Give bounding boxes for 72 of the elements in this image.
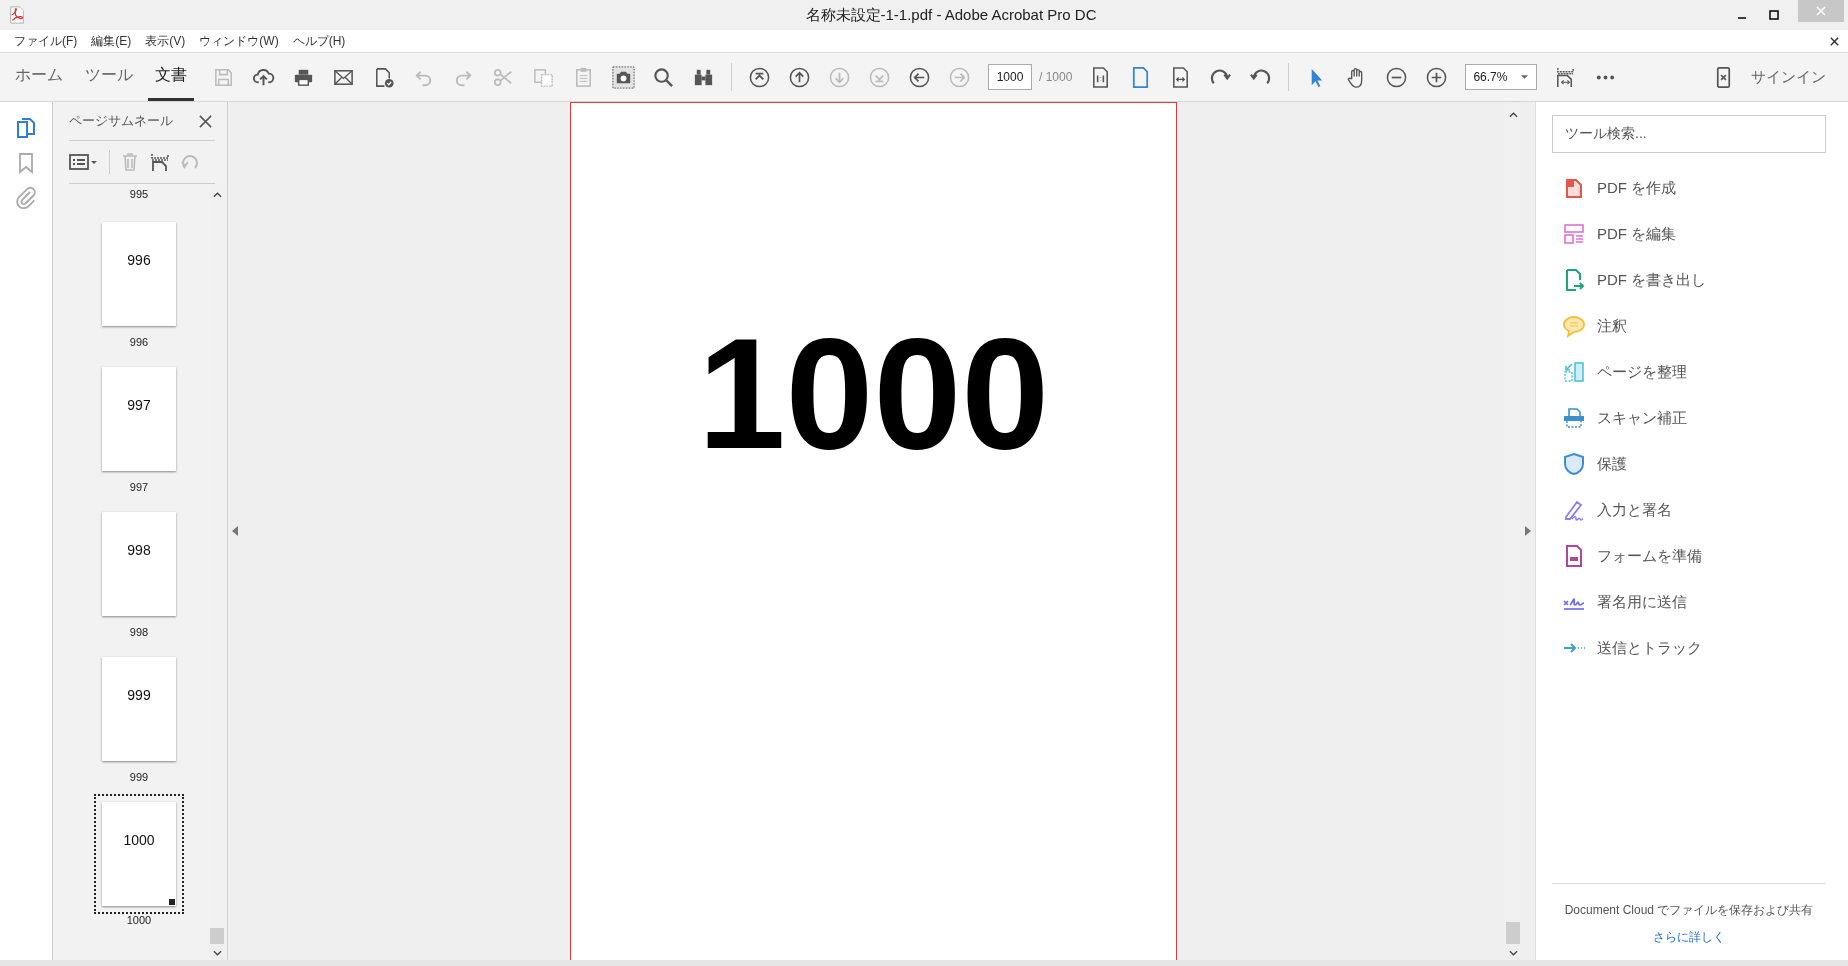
page-label: 998 [129, 626, 149, 638]
tool-link[interactable]: PDF を編集 [1597, 224, 1677, 244]
menu-item[interactable]: ヘルプ(H) [292, 32, 346, 50]
paperclip-icon[interactable] [14, 186, 38, 210]
scroll-up-icon[interactable] [1508, 112, 1518, 118]
menu-item[interactable]: 編集(E) [91, 32, 132, 50]
zoom-dropdown[interactable]: 66.7% [1465, 64, 1538, 90]
page-label: 995 [129, 188, 149, 200]
tool-link[interactable]: ページを整理 [1597, 362, 1687, 382]
tool-link[interactable]: 注釈 [1597, 316, 1627, 336]
page-thumbnail[interactable]: 1000 [102, 802, 176, 906]
page-total: / 1000 [1039, 70, 1073, 84]
insert-page-icon[interactable] [150, 152, 170, 172]
page-label: 997 [129, 481, 149, 493]
thumbnail-page-text: 997 [127, 397, 151, 415]
page-thumbnail[interactable]: 998 [102, 512, 176, 616]
tool-link[interactable]: 保護 [1597, 454, 1627, 474]
zoom-out-icon[interactable] [1385, 65, 1409, 89]
tool-link[interactable]: フォームを準備 [1597, 546, 1702, 566]
scroll-up-icon[interactable] [212, 192, 222, 198]
scroll-thumb[interactable] [210, 928, 224, 944]
menu-item[interactable]: 表示(V) [145, 32, 186, 50]
maximize-icon[interactable] [1768, 9, 1780, 21]
pen-icon[interactable] [1562, 498, 1586, 522]
options-icon[interactable] [69, 152, 99, 172]
camera-icon[interactable] [612, 65, 635, 89]
shield-icon[interactable] [1562, 452, 1586, 476]
resize-handle[interactable] [169, 899, 175, 905]
caret-icon [1520, 74, 1530, 80]
panel-title: ページサムネール [69, 112, 173, 130]
pages-icon[interactable] [14, 116, 38, 140]
thumbnail-page-text: 996 [127, 252, 151, 270]
expand-right-icon[interactable] [1525, 526, 1531, 536]
collapse-left-icon[interactable] [232, 526, 238, 536]
promo-text: Document Cloud でファイルを保存および共有 [1564, 902, 1814, 919]
tool-search-field[interactable]: ツール検索... [1552, 115, 1826, 153]
page-text: 1000 [697, 304, 1050, 483]
sign-in-link[interactable]: サインイン [1751, 67, 1826, 87]
close-icon[interactable] [1829, 35, 1840, 47]
thumbnail-page-text: 998 [127, 542, 151, 560]
tool-link[interactable]: PDF を作成 [1597, 178, 1677, 198]
page-thumbnail[interactable]: 996 [102, 222, 176, 326]
scroll-down-icon[interactable] [1508, 950, 1518, 956]
pdf-file-icon [8, 6, 26, 24]
tool-link[interactable]: PDF を書き出し [1597, 270, 1707, 290]
thumbnail-page-text: 1000 [123, 832, 155, 850]
scanner-icon[interactable] [1562, 406, 1586, 430]
tab[interactable]: ホーム [8, 53, 70, 101]
circle-bar-up-icon[interactable] [748, 65, 771, 89]
tab[interactable]: ツール [78, 53, 140, 101]
tool-link[interactable]: 送信とトラック [1597, 638, 1702, 658]
learn-more-link[interactable]: さらに詳しく [1653, 929, 1725, 946]
page-thumbnail[interactable]: 999 [102, 657, 176, 761]
layout-icon[interactable] [1562, 222, 1586, 246]
menu-item[interactable]: ファイル(F) [14, 32, 78, 50]
page-thumbnail[interactable]: 997 [102, 367, 176, 471]
close-icon[interactable] [198, 113, 213, 129]
page-number-field[interactable]: 1000 [988, 64, 1032, 90]
zoom-in-icon[interactable] [1425, 65, 1449, 89]
menu-item[interactable]: ウィンドウ(W) [199, 32, 279, 50]
scroll-thumb[interactable] [1506, 922, 1520, 944]
thumbnail-page-text: 999 [127, 687, 151, 705]
page-label: 999 [129, 771, 149, 783]
page-label: 1000 [126, 914, 152, 926]
tool-link[interactable]: スキャン補正 [1597, 408, 1687, 428]
close-icon [1815, 5, 1827, 17]
page-label: 996 [129, 336, 149, 348]
scroll-down-icon[interactable] [212, 950, 222, 956]
search-icon[interactable] [652, 65, 675, 89]
tool-link[interactable]: 入力と署名 [1597, 500, 1672, 520]
window-title: 名称未設定-1-1.pdf - Adobe Acrobat Pro DC [804, 5, 1098, 25]
tool-link[interactable]: 署名用に送信 [1597, 592, 1687, 612]
